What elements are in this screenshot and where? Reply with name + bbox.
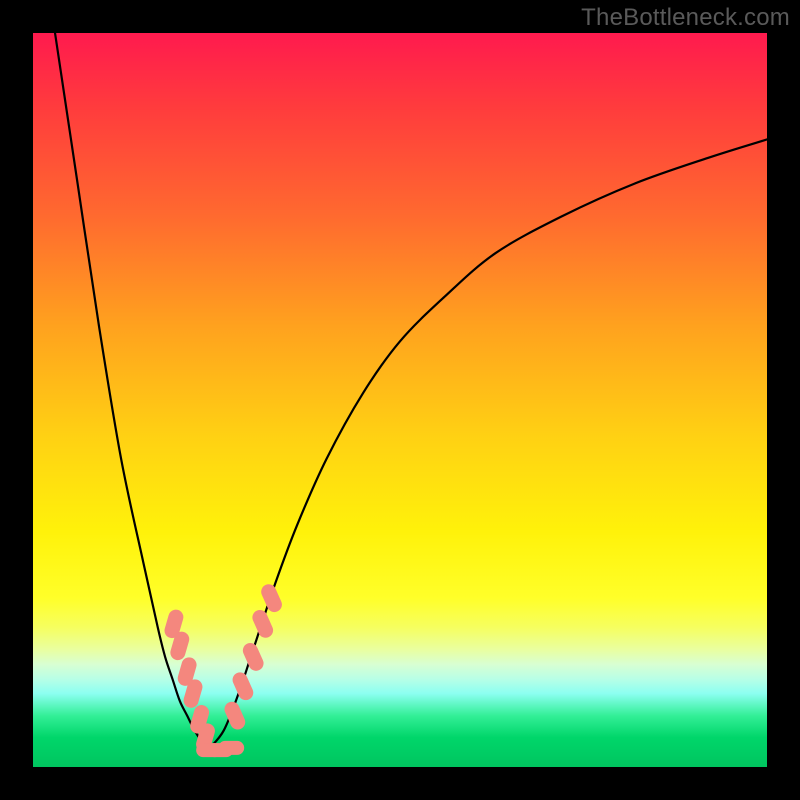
watermark-text: TheBottleneck.com: [581, 4, 790, 32]
curve-right-branch: [209, 139, 767, 748]
data-marker: [230, 670, 255, 703]
data-marker: [259, 582, 284, 615]
data-marker: [218, 741, 244, 755]
data-marker: [250, 608, 275, 641]
data-marker: [240, 641, 265, 674]
chart-svg: [33, 33, 767, 767]
chart-frame: TheBottleneck.com: [0, 0, 800, 800]
